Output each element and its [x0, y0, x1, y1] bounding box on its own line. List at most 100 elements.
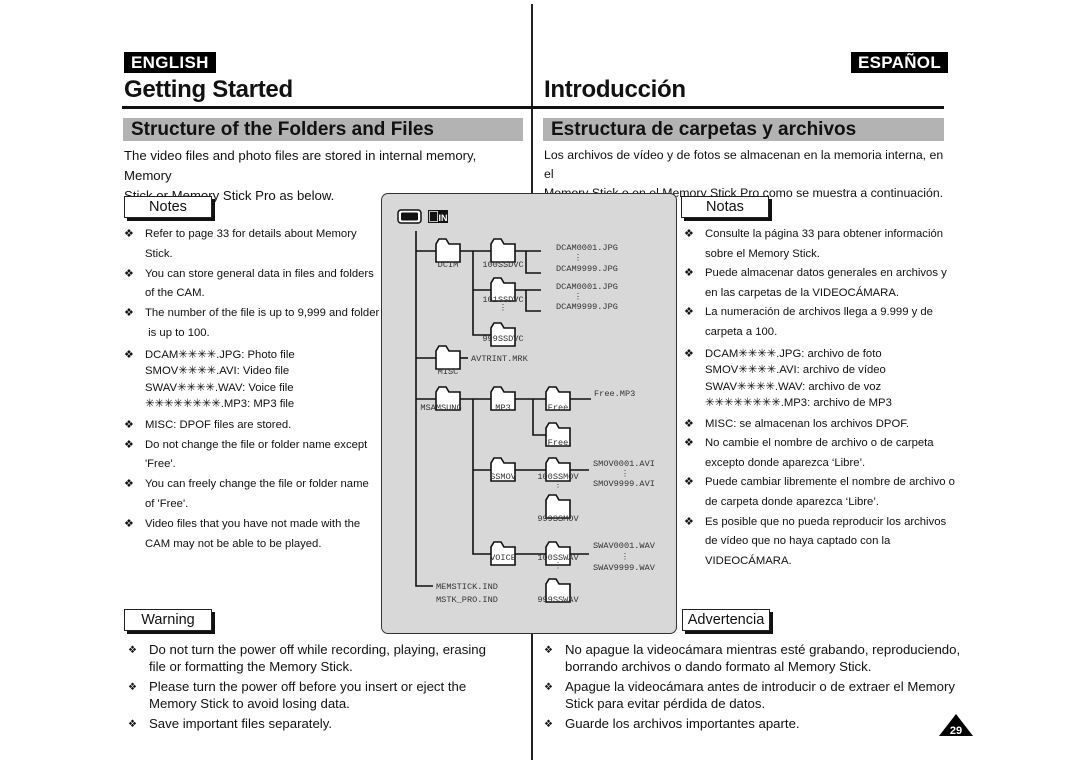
title-rule-spanish [532, 106, 944, 109]
warning-item: ❖ Apague la videocámara antes de introduc… [544, 679, 955, 711]
bullet-icon: ❖ [124, 418, 134, 431]
ellipsis: ⋮ [554, 561, 563, 571]
bullet-icon: ❖ [124, 478, 134, 491]
page-title-english: Getting Started [124, 76, 293, 103]
ellipsis: ⋮ [621, 469, 630, 479]
warning-item: ❖ Guarde los archivos importantes aparte. [544, 716, 800, 731]
svg-text:IN: IN [439, 213, 448, 223]
notes-label-english: Notes [124, 196, 212, 218]
bullet-icon: ❖ [684, 515, 694, 528]
language-badge-spanish: ESPAÑOL [851, 52, 949, 73]
page-number: 29 [950, 725, 962, 737]
bullet-icon: ❖ [544, 719, 553, 730]
folder-label-100ssdvc: 100SSDVC [482, 260, 523, 270]
folder-label-ssmov: SSMOV [490, 472, 517, 482]
section-title-spanish: Estructura de carpetas y archivos [543, 118, 944, 141]
ellipsis: ⋮ [621, 552, 630, 562]
note-item: ❖ Consulte la página 33 para obtener info… [684, 225, 974, 264]
warning-label-spanish: Advertencia [682, 609, 770, 631]
bullet-icon: ❖ [124, 228, 134, 240]
note-item: ❖ DCAM✳✳✳✳.JPG: Photo file SMOV✳✳✳✳.AVI: V… [124, 348, 295, 411]
notes-list-english: ❖ Refer to page 33 for details about Memo… [124, 225, 382, 554]
folder-label-999sswav: 999SSWAV [537, 595, 579, 605]
folder-label-free: Free [548, 403, 569, 413]
memory-stick-icon [397, 209, 422, 224]
bullet-icon: ❖ [124, 517, 134, 530]
file-label: MEMSTICK.IND [436, 582, 498, 592]
note-item: ❖ Puede cambiar libremente el nombre de a… [684, 473, 974, 512]
note-item: ❖ You can store general data in files and… [124, 265, 382, 305]
bullet-icon: ❖ [684, 437, 694, 450]
file-label: SWAV0001.WAV [593, 541, 656, 551]
warning-list-spanish: ❖ No apague la videocámara mientras esté … [538, 641, 968, 735]
bullet-icon: ❖ [128, 645, 137, 656]
warning-item: ❖ No apague la videocámara mientras esté … [544, 642, 961, 674]
intro-line: Los archivos de vídeo y de fotos se alma… [544, 148, 944, 181]
warning-item: ❖ Do not turn the power off while recordi… [128, 642, 486, 674]
folder-icon [435, 345, 461, 370]
file-label: SMOV0001.AVI [593, 459, 655, 469]
bullet-icon: ❖ [124, 267, 134, 280]
ellipsis: ⋮ [554, 480, 563, 490]
folder-label-voice: VOICE [490, 553, 516, 563]
bullet-icon: ❖ [124, 438, 134, 451]
bullet-icon: ❖ [128, 719, 137, 730]
note-item: ❖ The number of the file is up to 9,999 a… [124, 304, 382, 344]
intro-line: The video files and photo files are stor… [124, 148, 477, 183]
file-label: AVTRINT.MRK [471, 354, 529, 364]
ellipsis: ⋮ [499, 303, 508, 313]
bullet-icon: ❖ [544, 682, 553, 693]
note-item: ❖ Refer to page 33 for details about Memo… [124, 225, 382, 265]
note-item: ❖ Es posible que no pueda reproducir los … [684, 513, 974, 572]
page-title-spanish: Introducción [544, 76, 686, 103]
file-label: SWAV9999.WAV [593, 563, 656, 573]
file-label: SMOV9999.AVI [593, 479, 655, 489]
folder-label-999ssmov: 999SSMOV [537, 514, 579, 524]
note-item: ❖ Do not change the file or folder name e… [124, 436, 382, 476]
notes-label-spanish: Notas [681, 196, 769, 218]
folder-label-999ssdvc: 999SSDVC [482, 334, 523, 344]
folder-icon [435, 238, 461, 263]
file-label: Free.MP3 [594, 389, 635, 399]
note-item: ❖ MISC: DPOF files are stored. [124, 416, 382, 436]
file-label: MSTK_PRO.IND [436, 595, 498, 605]
section-title-english: Structure of the Folders and Files [123, 118, 523, 141]
warning-list-english: ❖ Do not turn the power off while recordi… [122, 641, 522, 735]
warning-item: ❖ Save important files separately. [128, 716, 333, 731]
bullet-icon: ❖ [124, 307, 134, 320]
warning-item: ❖ Please turn the power off before you in… [128, 679, 467, 711]
note-item: ❖ La numeración de archivos llega a 9.999… [684, 303, 974, 342]
bullet-icon: ❖ [684, 476, 694, 489]
file-label: DCAM9999.JPG [556, 302, 618, 312]
page-number-badge: 29 [939, 714, 973, 737]
internal-memory-icon: IN [428, 210, 448, 223]
folder-label-free: Free [548, 438, 569, 448]
ellipsis: ⋮ [574, 253, 583, 263]
folder-structure-diagram: IN DCIM 100SSDVC 101SSDVC ⋮ 999SSDVC MIS… [397, 209, 656, 605]
bullet-icon: ❖ [684, 306, 694, 319]
file-label: DCAM0001.JPG [556, 243, 618, 253]
folder-label-misc: MISC [438, 367, 459, 377]
note-item: ❖ Puede almacenar datos generales en arch… [684, 264, 974, 303]
folder-icon [490, 238, 516, 263]
note-item: ❖ You can freely change the file or folde… [124, 475, 382, 515]
ellipsis: ⋮ [574, 292, 583, 302]
note-item: ❖ Video files that you have not made with… [124, 515, 382, 555]
bullet-icon: ❖ [684, 228, 694, 240]
bullet-icon: ❖ [124, 348, 134, 361]
note-item: ❖ No cambie el nombre de archivo o de car… [684, 434, 974, 473]
notes-list-spanish: ❖ Consulte la página 33 para obtener info… [684, 225, 974, 571]
file-label: DCAM9999.JPG [556, 264, 618, 274]
file-label: DCAM0001.JPG [556, 282, 618, 292]
warning-label-english: Warning [124, 609, 212, 631]
bullet-icon: ❖ [684, 417, 694, 430]
note-item: ❖ MISC: se almacenan los archivos DPOF. [684, 415, 974, 435]
note-item: ❖ DCAM✳✳✳✳.JPG: archivo de foto SMOV✳✳✳✳.A… [684, 347, 892, 410]
bullet-icon: ❖ [684, 347, 694, 360]
language-badge-english: ENGLISH [124, 52, 216, 73]
bullet-icon: ❖ [544, 645, 553, 656]
title-rule-english [122, 106, 532, 109]
bullet-icon: ❖ [128, 682, 137, 693]
folder-label-msamsung: MSAMSUNG [420, 403, 461, 413]
bullet-icon: ❖ [684, 267, 694, 280]
